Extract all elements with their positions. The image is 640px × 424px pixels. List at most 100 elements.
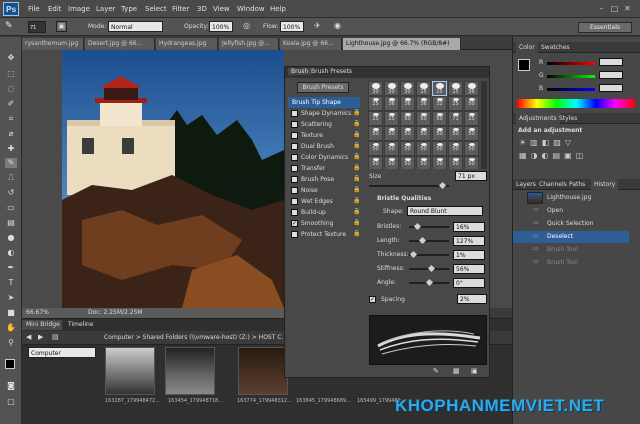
option-checkbox[interactable] — [291, 187, 298, 194]
option-brush-pose[interactable]: Brush Pose — [291, 174, 361, 185]
forward-arrow-icon[interactable]: ▶ — [38, 333, 43, 341]
tip-grid-scrollbar[interactable] — [481, 81, 487, 169]
option-wet-edges[interactable]: Wet Edges — [291, 196, 361, 207]
option-checkbox[interactable] — [291, 110, 298, 117]
menu-filter[interactable]: Filter — [172, 5, 189, 13]
tab-history[interactable]: History — [591, 179, 619, 190]
param-value[interactable]: 127% — [453, 236, 485, 246]
brush-tip[interactable]: 50 — [464, 156, 479, 169]
history-item[interactable]: Brush Tool — [513, 244, 629, 256]
param-value[interactable]: 0° — [453, 278, 485, 288]
brush-tip[interactable]: 50 — [448, 126, 463, 141]
green-slider[interactable] — [547, 75, 595, 78]
tab-color[interactable]: Color — [516, 42, 538, 53]
param-slider-knob[interactable] — [413, 222, 422, 231]
param-slider-knob[interactable] — [425, 278, 434, 287]
bridge-location-select[interactable]: Computer — [28, 347, 96, 358]
tab-chrysanthemum[interactable]: rysanthemum.jpg — [22, 38, 84, 50]
brush-tip[interactable]: 25 — [464, 111, 479, 126]
lock-icon[interactable]: 🔒 — [353, 164, 360, 171]
option-checkbox[interactable] — [291, 165, 298, 172]
spacing-checkbox[interactable]: ✓ — [369, 295, 379, 303]
brush-tip[interactable]: 50 — [368, 141, 383, 156]
blur-tool-icon[interactable]: ● — [5, 233, 17, 243]
color-spectrum-bar[interactable] — [517, 99, 635, 108]
brush-tip[interactable]: 50 — [432, 156, 447, 169]
history-brush-tool-icon[interactable]: ↺ — [5, 188, 17, 198]
crop-tool-icon[interactable]: ⌗ — [5, 114, 17, 124]
thumbnail[interactable] — [165, 347, 215, 395]
history-item[interactable]: Quick Selection — [513, 218, 629, 230]
menu-window[interactable]: Window — [237, 5, 265, 13]
brush-tip[interactable]: 50 — [384, 141, 399, 156]
option-scattering[interactable]: Scattering — [291, 119, 361, 130]
eraser-tool-icon[interactable]: ▭ — [5, 203, 17, 213]
brush-tip[interactable]: 25 — [448, 81, 463, 96]
maximize-icon[interactable]: □ — [609, 4, 620, 13]
brush-tip[interactable]: 36 — [384, 96, 399, 111]
zoom-level[interactable]: 66.67% — [26, 308, 49, 318]
lighthouse-photo[interactable] — [62, 50, 284, 308]
brush-tool-icon[interactable]: ✎ — [5, 21, 17, 33]
option-brush-tip-shape[interactable]: Brush Tip Shape — [288, 97, 360, 108]
marquee-tool-icon[interactable]: ⬚ — [5, 69, 17, 79]
size-slider-knob[interactable] — [438, 181, 447, 190]
green-field[interactable] — [599, 71, 623, 79]
brush-tip[interactable]: 50 — [416, 126, 431, 141]
lock-icon[interactable]: 🔒 — [353, 175, 360, 182]
tab-mini-bridge[interactable]: Mini Bridge — [22, 320, 62, 330]
lock-icon[interactable]: 🔒 — [353, 219, 360, 226]
brush-tip[interactable]: 50 — [432, 111, 447, 126]
brush-tip[interactable]: 50 — [448, 156, 463, 169]
brush-tip[interactable]: 30 — [400, 81, 415, 96]
option-shape-dynamics[interactable]: Shape Dynamics — [291, 108, 361, 119]
brush-tip[interactable]: 36 — [464, 81, 479, 96]
menu-layer[interactable]: Layer — [96, 5, 116, 13]
thumbnail[interactable] — [105, 347, 155, 395]
brush-tip[interactable]: 71 — [448, 111, 463, 126]
option-checkbox[interactable]: ✓ — [291, 220, 298, 227]
bridge-path[interactable]: Computer > Shared Folders (\\vmware-host… — [104, 334, 287, 341]
size-field[interactable]: 71 px — [455, 171, 487, 181]
option-checkbox[interactable] — [291, 176, 298, 183]
menu-file[interactable]: File — [28, 5, 40, 13]
brush-tip[interactable]: 25 — [384, 111, 399, 126]
brush-tip[interactable]: 50 — [416, 156, 431, 169]
type-tool-icon[interactable]: T — [5, 278, 17, 288]
menu-edit[interactable]: Edit — [48, 5, 62, 13]
foreground-color-swatch[interactable] — [5, 359, 15, 369]
brush-tip[interactable]: 30 — [368, 81, 383, 96]
tab-desert[interactable]: Desert.jpg @ 66... — [85, 38, 155, 50]
lock-icon[interactable]: 🔒 — [353, 109, 360, 116]
tab-layers[interactable]: Layers — [516, 179, 536, 190]
blue-slider[interactable] — [547, 88, 595, 91]
toggle-preview-icon[interactable]: ✎ — [433, 367, 439, 375]
param-slider-knob[interactable] — [418, 236, 427, 245]
param-slider-knob[interactable] — [409, 250, 418, 259]
param-value[interactable]: 16% — [453, 222, 485, 232]
path-selection-tool-icon[interactable]: ➤ — [5, 293, 17, 303]
brush-tip[interactable]: 50 — [368, 156, 383, 169]
lock-icon[interactable]: 🔒 — [353, 142, 360, 149]
gradient-tool-icon[interactable]: ▤ — [5, 218, 17, 228]
option-checkbox[interactable] — [291, 198, 298, 205]
lock-icon[interactable]: 🔒 — [353, 153, 360, 160]
brush-tip[interactable]: 50 — [464, 141, 479, 156]
option-color-dynamics[interactable]: Color Dynamics — [291, 152, 361, 163]
size-slider[interactable] — [369, 185, 449, 187]
param-value[interactable]: 1% — [453, 250, 485, 260]
brush-preset-picker[interactable]: 71 — [28, 21, 46, 33]
shape-tool-icon[interactable]: ■ — [5, 308, 17, 318]
foreground-color-swatch[interactable] — [518, 59, 530, 71]
tab-swatches[interactable]: Swatches — [541, 42, 570, 53]
brush-tip[interactable]: 50 — [432, 126, 447, 141]
dodge-tool-icon[interactable]: ◐ — [5, 248, 17, 258]
quick-mask-icon[interactable]: ◙ — [5, 381, 17, 391]
pressure-opacity-icon[interactable]: ◎ — [243, 21, 250, 30]
option-build-up[interactable]: Build-up — [291, 207, 361, 218]
option-smoothing[interactable]: ✓ Smoothing — [291, 218, 361, 229]
flow-field[interactable]: 100% — [280, 21, 304, 32]
grid-icon[interactable]: ▦ — [453, 367, 460, 375]
brush-tip[interactable]: 36 — [400, 96, 415, 111]
brush-tip[interactable]: 50 — [368, 126, 383, 141]
